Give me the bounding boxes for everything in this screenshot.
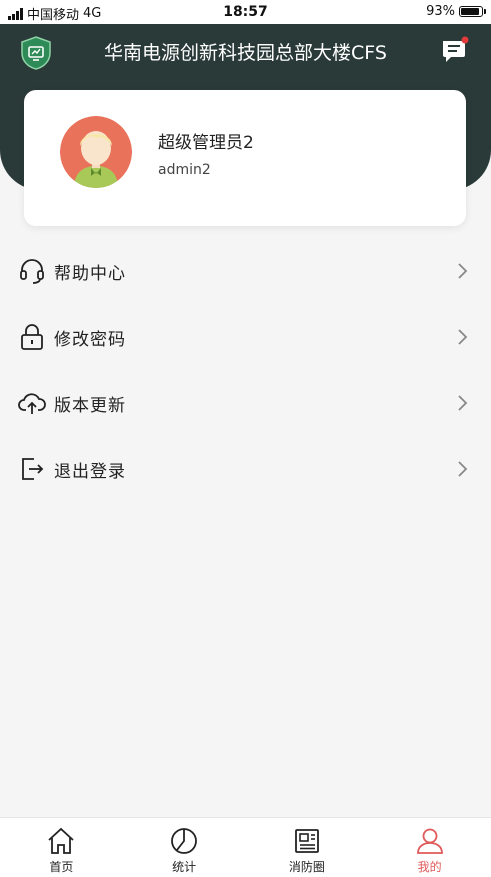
tab-mine[interactable]: 我的 bbox=[368, 818, 491, 877]
tab-label: 首页 bbox=[49, 860, 74, 874]
headset-icon bbox=[20, 259, 44, 284]
tab-label: 我的 bbox=[417, 860, 442, 874]
status-right: 93% bbox=[426, 4, 486, 19]
menu-item-label: 退出登录 bbox=[54, 461, 126, 482]
menu-item-label: 修改密码 bbox=[54, 329, 126, 350]
tab-home[interactable]: 首页 bbox=[0, 818, 123, 877]
lock-icon bbox=[21, 324, 43, 350]
newspaper-icon bbox=[294, 829, 319, 853]
chevron-right-icon bbox=[458, 461, 468, 477]
user-account: admin2 bbox=[158, 162, 211, 178]
menu-item-change-password[interactable]: 修改密码 bbox=[0, 304, 491, 370]
battery-icon bbox=[459, 6, 486, 17]
menu-item-label: 帮助中心 bbox=[54, 263, 126, 284]
shield-screen-icon bbox=[21, 36, 51, 70]
bottom-tab-bar: 首页 统计 消防圈 我的 bbox=[0, 817, 491, 877]
notification-badge bbox=[461, 36, 469, 44]
tab-label: 消防圈 bbox=[288, 860, 325, 874]
chevron-right-icon bbox=[458, 395, 468, 411]
menu-item-logout[interactable]: 退出登录 bbox=[0, 436, 491, 502]
tab-fire-circle[interactable]: 消防圈 bbox=[246, 818, 369, 877]
user-name: 超级管理员2 bbox=[158, 133, 254, 153]
tab-statistics[interactable]: 统计 bbox=[123, 818, 246, 877]
tab-label: 统计 bbox=[172, 860, 197, 874]
avatar bbox=[60, 116, 132, 188]
user-icon bbox=[416, 828, 443, 854]
status-bar: 中国移动 4G 18:57 93% bbox=[0, 0, 491, 24]
message-icon[interactable] bbox=[439, 36, 469, 66]
logout-icon bbox=[22, 458, 44, 480]
menu-item-label: 版本更新 bbox=[54, 395, 126, 416]
cloud-upload-icon bbox=[18, 393, 46, 414]
menu-item-help-center[interactable]: 帮助中心 bbox=[0, 238, 491, 304]
menu-item-version-update[interactable]: 版本更新 bbox=[0, 370, 491, 436]
home-icon bbox=[48, 827, 74, 854]
profile-card[interactable]: 超级管理员2 admin2 bbox=[24, 90, 466, 226]
chevron-right-icon bbox=[458, 263, 468, 279]
clock: 18:57 bbox=[223, 4, 268, 20]
pie-chart-icon bbox=[171, 828, 198, 854]
settings-menu: 帮助中心 修改密码 版本更新 退出登录 bbox=[0, 238, 491, 502]
page-title: 华南电源创新科技园总部大楼CFS bbox=[104, 42, 387, 64]
chevron-right-icon bbox=[458, 329, 468, 345]
battery-percent: 93% bbox=[426, 4, 455, 19]
